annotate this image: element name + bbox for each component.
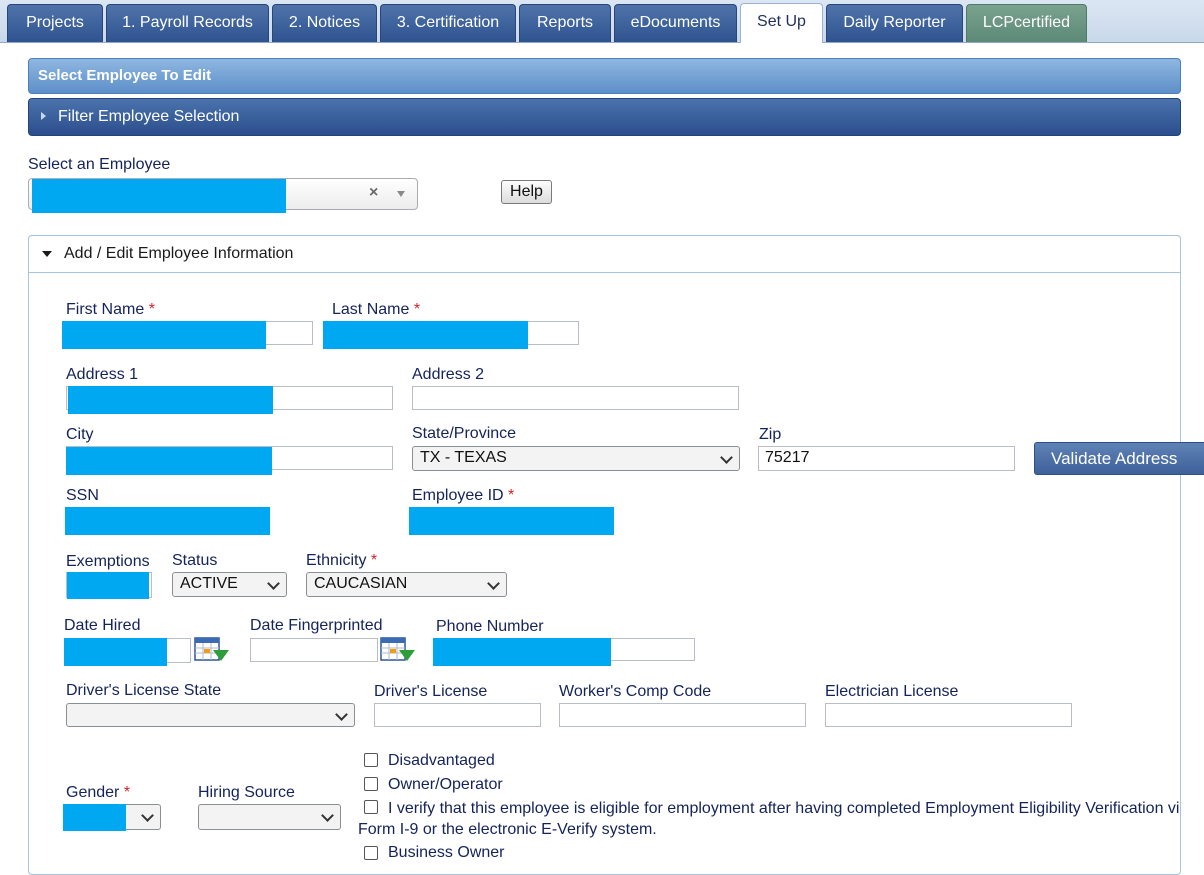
ethnicity-select-value: CAUCASIAN	[314, 575, 408, 592]
select-employee-label: Select an Employee	[28, 156, 171, 173]
calendar-icon[interactable]	[380, 635, 416, 663]
disadvantaged-label: Disadvantaged	[388, 752, 495, 769]
redacted-first-name	[62, 321, 266, 349]
workers-comp-input[interactable]	[559, 703, 806, 727]
status-select-value: ACTIVE	[180, 575, 238, 592]
section-title: Add / Edit Employee Information	[64, 245, 294, 262]
employee-info-section-header[interactable]: Add / Edit Employee Information	[28, 235, 1181, 273]
dl-state-label: Driver's License State	[66, 682, 222, 699]
redacted-exemptions	[67, 572, 149, 599]
first-name-label: First Name *	[66, 301, 155, 318]
status-select[interactable]: ACTIVE	[172, 572, 287, 597]
chevron-down-icon	[267, 577, 280, 590]
chevron-down-icon	[321, 809, 334, 822]
status-label: Status	[172, 552, 218, 569]
owner-operator-checkbox[interactable]	[364, 777, 378, 791]
state-select[interactable]: TX - TEXAS	[412, 446, 740, 471]
owner-operator-label: Owner/Operator	[388, 776, 503, 793]
dropdown-arrow-icon[interactable]	[397, 191, 405, 197]
eligibility-verify-label-line2: Form I-9 or the electronic E-Verify syst…	[358, 821, 657, 838]
address2-label: Address 2	[412, 366, 485, 383]
tab-certification[interactable]: 3. Certification	[380, 4, 516, 42]
exemptions-label: Exemptions	[66, 553, 150, 570]
validate-address-button[interactable]: Validate Address	[1034, 442, 1204, 475]
tab-reports[interactable]: Reports	[519, 4, 611, 42]
electrician-input[interactable]	[825, 703, 1072, 727]
redacted-phone	[433, 638, 611, 666]
redacted-employee-name	[32, 179, 286, 213]
employee-id-label: Employee ID *	[412, 487, 515, 504]
ethnicity-label: Ethnicity *	[306, 552, 378, 569]
main-tab-bar: Projects 1. Payroll Records 2. Notices 3…	[0, 0, 1204, 43]
redacted-gender	[63, 804, 126, 831]
hiring-source-select[interactable]	[198, 804, 341, 830]
date-fingerprinted-input[interactable]	[250, 638, 378, 662]
ssn-label: SSN	[66, 487, 99, 504]
city-label: City	[66, 426, 94, 443]
redacted-employee-id	[409, 507, 614, 535]
triangle-down-icon	[42, 251, 52, 257]
hiring-source-label: Hiring Source	[198, 784, 295, 801]
redacted-date-hired	[64, 638, 167, 666]
dl-label: Driver's License	[374, 683, 488, 700]
redacted-city	[66, 447, 272, 475]
electrician-label: Electrician License	[825, 683, 959, 700]
state-select-value: TX - TEXAS	[420, 449, 507, 466]
tab-lcpcertified[interactable]: LCPcertified	[966, 4, 1087, 42]
ethnicity-select[interactable]: CAUCASIAN	[306, 572, 507, 597]
eligibility-verify-label-line1: I verify that this employee is eligible …	[388, 800, 1180, 817]
tab-daily-reporter[interactable]: Daily Reporter	[826, 4, 963, 42]
gender-label: Gender *	[66, 784, 131, 801]
redacted-last-name	[323, 321, 528, 349]
tab-payroll-records[interactable]: 1. Payroll Records	[106, 4, 269, 42]
tab-setup[interactable]: Set Up	[740, 3, 823, 43]
date-hired-label: Date Hired	[64, 617, 141, 634]
dl-state-select[interactable]	[66, 703, 355, 727]
tab-notices[interactable]: 2. Notices	[272, 4, 377, 42]
date-fingerprinted-label: Date Fingerprinted	[250, 617, 383, 634]
chevron-down-icon	[720, 451, 733, 464]
calendar-icon[interactable]	[194, 635, 230, 663]
redacted-ssn	[65, 507, 270, 535]
phone-label: Phone Number	[436, 618, 544, 635]
last-name-label: Last Name *	[332, 301, 421, 318]
help-button[interactable]: Help	[501, 180, 552, 204]
tab-edocuments[interactable]: eDocuments	[614, 4, 737, 42]
select-employee-header: Select Employee To Edit	[28, 58, 1181, 94]
chevron-down-icon	[487, 577, 500, 590]
dl-input[interactable]	[374, 703, 541, 727]
address1-label: Address 1	[66, 366, 139, 383]
redacted-address1	[68, 386, 273, 414]
filter-employee-selection-header[interactable]: Filter Employee Selection	[28, 98, 1181, 136]
address2-input[interactable]	[412, 386, 739, 410]
workers-comp-label: Worker's Comp Code	[559, 683, 712, 700]
chevron-down-icon	[141, 809, 154, 822]
zip-input[interactable]: 75217	[758, 446, 1015, 471]
chevron-down-icon	[335, 708, 348, 721]
disadvantaged-checkbox[interactable]	[364, 753, 378, 767]
eligibility-verify-checkbox[interactable]	[364, 800, 378, 814]
state-label: State/Province	[412, 425, 517, 442]
triangle-right-icon	[41, 111, 46, 120]
zip-label: Zip	[759, 426, 782, 443]
clear-selection-icon[interactable]: ×	[369, 184, 378, 202]
tab-projects[interactable]: Projects	[7, 4, 103, 42]
business-owner-checkbox[interactable]	[364, 846, 378, 860]
filter-header-label: Filter Employee Selection	[58, 108, 240, 125]
business-owner-label: Business Owner	[388, 844, 505, 861]
